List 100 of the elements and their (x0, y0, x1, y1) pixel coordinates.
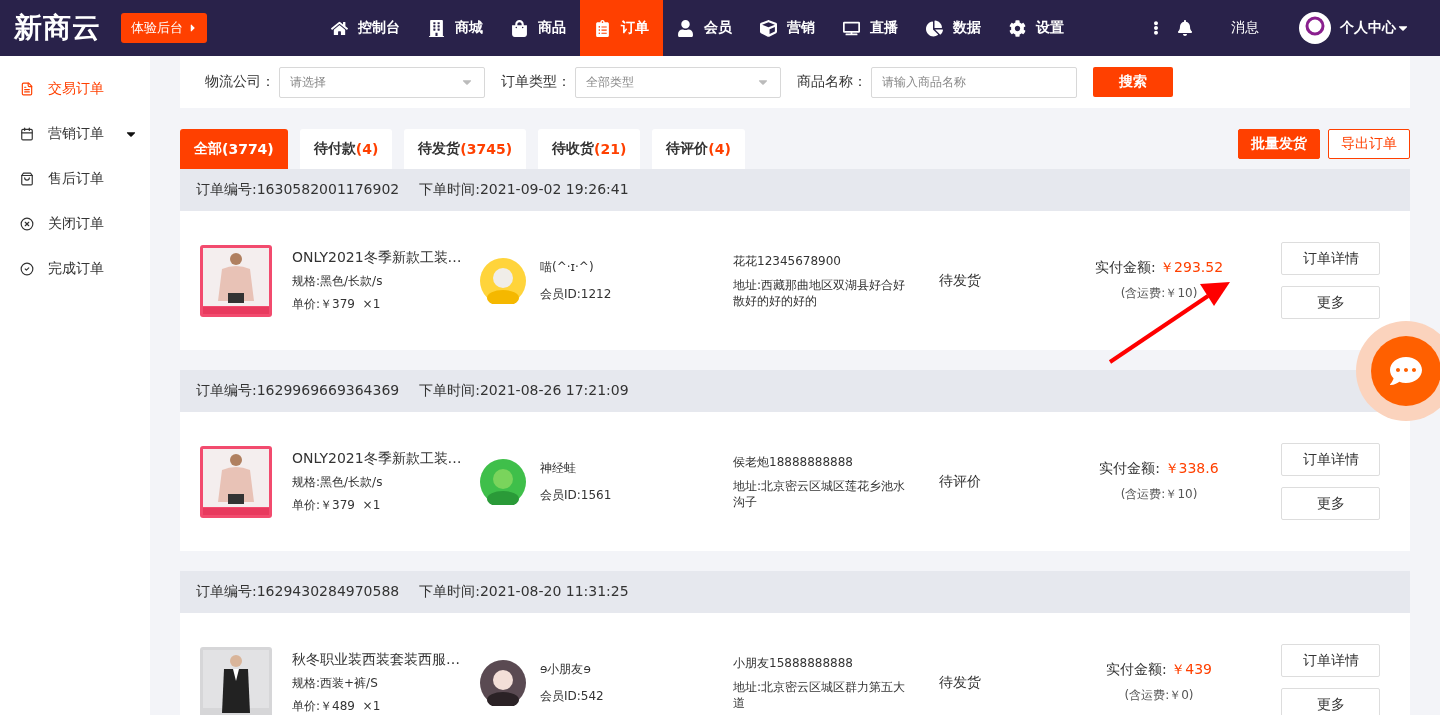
bag-icon (511, 19, 528, 37)
house-icon (331, 19, 348, 37)
unit-price: 单价:￥489 ×1 (292, 697, 382, 715)
filter-label: 商品名称： (797, 73, 867, 91)
unit-price: 单价:￥379 ×1 (292, 295, 382, 313)
messages-link[interactable]: 消息 (1231, 19, 1259, 37)
nav-item[interactable]: 会员 (663, 0, 746, 56)
building-icon (428, 19, 445, 37)
select-field[interactable]: 全部类型 (575, 66, 781, 98)
order-status: 待发货 (939, 673, 982, 692)
more-button[interactable]: 更多 (1281, 688, 1380, 715)
nav-label: 设置 (1036, 19, 1064, 37)
tab[interactable]: 待发货(3745) (404, 129, 527, 169)
nav-item[interactable]: 订单 (580, 0, 663, 56)
address: 地址:北京密云区城区群力第五大道 (733, 678, 907, 711)
paid-amount: 实付金额: ￥338.6 (1099, 460, 1219, 478)
member-name: 喵(^·ɪ·^) (540, 258, 595, 276)
sidebar-label: 关闭订单 (48, 214, 104, 233)
tv-icon (843, 19, 860, 37)
order-details-button[interactable]: 订单详情 (1281, 242, 1380, 275)
filter-label: 物流公司： (205, 73, 275, 91)
sidebar-label: 售后订单 (48, 169, 104, 188)
paid-amount: 实付金额: ￥293.52 (1094, 259, 1224, 277)
select-field[interactable]: 请选择 (279, 66, 485, 98)
address: 地址:北京密云区城区莲花乡池水沟子 (733, 477, 907, 510)
tab[interactable]: 待收货(21) (538, 129, 641, 169)
sidebar-item[interactable]: 完成订单 (0, 246, 150, 291)
more-button[interactable]: 更多 (1281, 487, 1380, 520)
tab[interactable]: 全部(3774) (180, 129, 288, 169)
product-spec: 规格:西装+裤/S (292, 674, 379, 692)
order-status: 待评价 (939, 472, 982, 491)
nav-item[interactable]: 商品 (497, 0, 580, 56)
nav-item[interactable]: 设置 (995, 0, 1078, 56)
shipping-fee: (含运费:￥0) (1124, 687, 1194, 704)
pie-chart-icon (926, 19, 943, 37)
sidebar-label: 交易订单 (48, 79, 104, 98)
nav-label: 直播 (870, 19, 898, 37)
cube-icon (760, 19, 777, 37)
check-circle-icon (20, 261, 34, 276)
nav-item[interactable]: 营销 (746, 0, 829, 56)
search-button[interactable]: 搜索 (1093, 67, 1173, 97)
calendar-icon (20, 126, 34, 141)
tab[interactable]: 待评价(4) (652, 129, 745, 169)
sidebar-item[interactable]: 关闭订单 (0, 201, 150, 246)
batch-ship-button[interactable]: 批量发货 (1238, 129, 1320, 159)
nav-item[interactable]: 数据 (912, 0, 995, 56)
shipping-fee: (含运费:￥10) (1120, 285, 1198, 302)
product-spec: 规格:黑色/长款/s (292, 272, 384, 290)
product-spec: 规格:黑色/长款/s (292, 473, 384, 491)
input-field[interactable]: 请输入商品名称 (871, 66, 1077, 98)
more-button[interactable]: 更多 (1281, 286, 1380, 319)
sidebar-item[interactable]: 售后订单 (0, 156, 150, 201)
order-number: 订单编号:1629969669364369 (196, 382, 400, 400)
order-number: 订单编号:1630582001176902 (196, 181, 400, 199)
order-time: 下单时间:2021-09-02 19:26:41 (419, 181, 629, 199)
member-name: ɘ小朋友ɘ (540, 660, 592, 678)
member-id: 会员ID:1561 (540, 486, 613, 504)
chat-icon (1390, 355, 1422, 387)
nav-label: 营销 (787, 19, 815, 37)
shipping-fee: (含运费:￥10) (1120, 486, 1198, 503)
member-id: 会员ID:542 (540, 687, 605, 705)
nav-label: 会员 (704, 19, 732, 37)
tab[interactable]: 待付款(4) (299, 129, 393, 169)
contact: 小朋友15888888888 (733, 654, 854, 671)
trial-button[interactable]: 体验后台 (121, 13, 207, 43)
sidebar-label: 营销订单 (48, 124, 104, 143)
order-time: 下单时间:2021-08-26 17:21:09 (419, 382, 629, 400)
nav-item[interactable]: 控制台 (317, 0, 414, 56)
order-details-button[interactable]: 订单详情 (1281, 443, 1380, 476)
user-avatar-icon[interactable] (1299, 12, 1331, 44)
sidebar-item[interactable]: 交易订单 (0, 66, 150, 111)
product-name: ONLY2021冬季新款工装… (292, 248, 463, 267)
sidebar-label: 完成订单 (48, 259, 104, 278)
nav-item[interactable]: 商城 (414, 0, 497, 56)
sidebar-item[interactable]: 营销订单 (0, 111, 150, 156)
address: 地址:西藏那曲地区双湖县好合好散好的好的好的 (733, 276, 907, 309)
nav-label: 订单 (621, 19, 649, 37)
export-button[interactable]: 导出订单 (1328, 129, 1410, 159)
filter-label: 订单类型： (501, 73, 571, 91)
nav-item[interactable]: 直播 (829, 0, 912, 56)
order-details-button[interactable]: 订单详情 (1281, 644, 1380, 677)
member-id: 会员ID:1212 (540, 285, 613, 303)
logo: 新商云 (14, 10, 102, 46)
nav-label: 数据 (953, 19, 981, 37)
user-icon (677, 19, 694, 37)
contact: 侯老炮18888888888 (733, 453, 854, 470)
order-status: 待发货 (939, 271, 982, 290)
nav-label: 控制台 (358, 19, 400, 37)
bag-icon (20, 171, 34, 186)
contact: 花花12345678900 (733, 252, 842, 269)
product-name: 秋冬职业装西装套装西服… (292, 650, 461, 669)
settings-icon (1009, 19, 1026, 37)
bell-icon[interactable] (1177, 20, 1193, 36)
unit-price: 单价:￥379 ×1 (292, 496, 382, 514)
order-number: 订单编号:1629430284970588 (196, 583, 400, 601)
order-time: 下单时间:2021-08-20 11:31:25 (419, 583, 629, 601)
nav-label: 商品 (538, 19, 566, 37)
nav-label: 商城 (455, 19, 483, 37)
user-menu[interactable]: 个人中心 (1340, 19, 1410, 37)
product-name: ONLY2021冬季新款工装… (292, 449, 463, 468)
